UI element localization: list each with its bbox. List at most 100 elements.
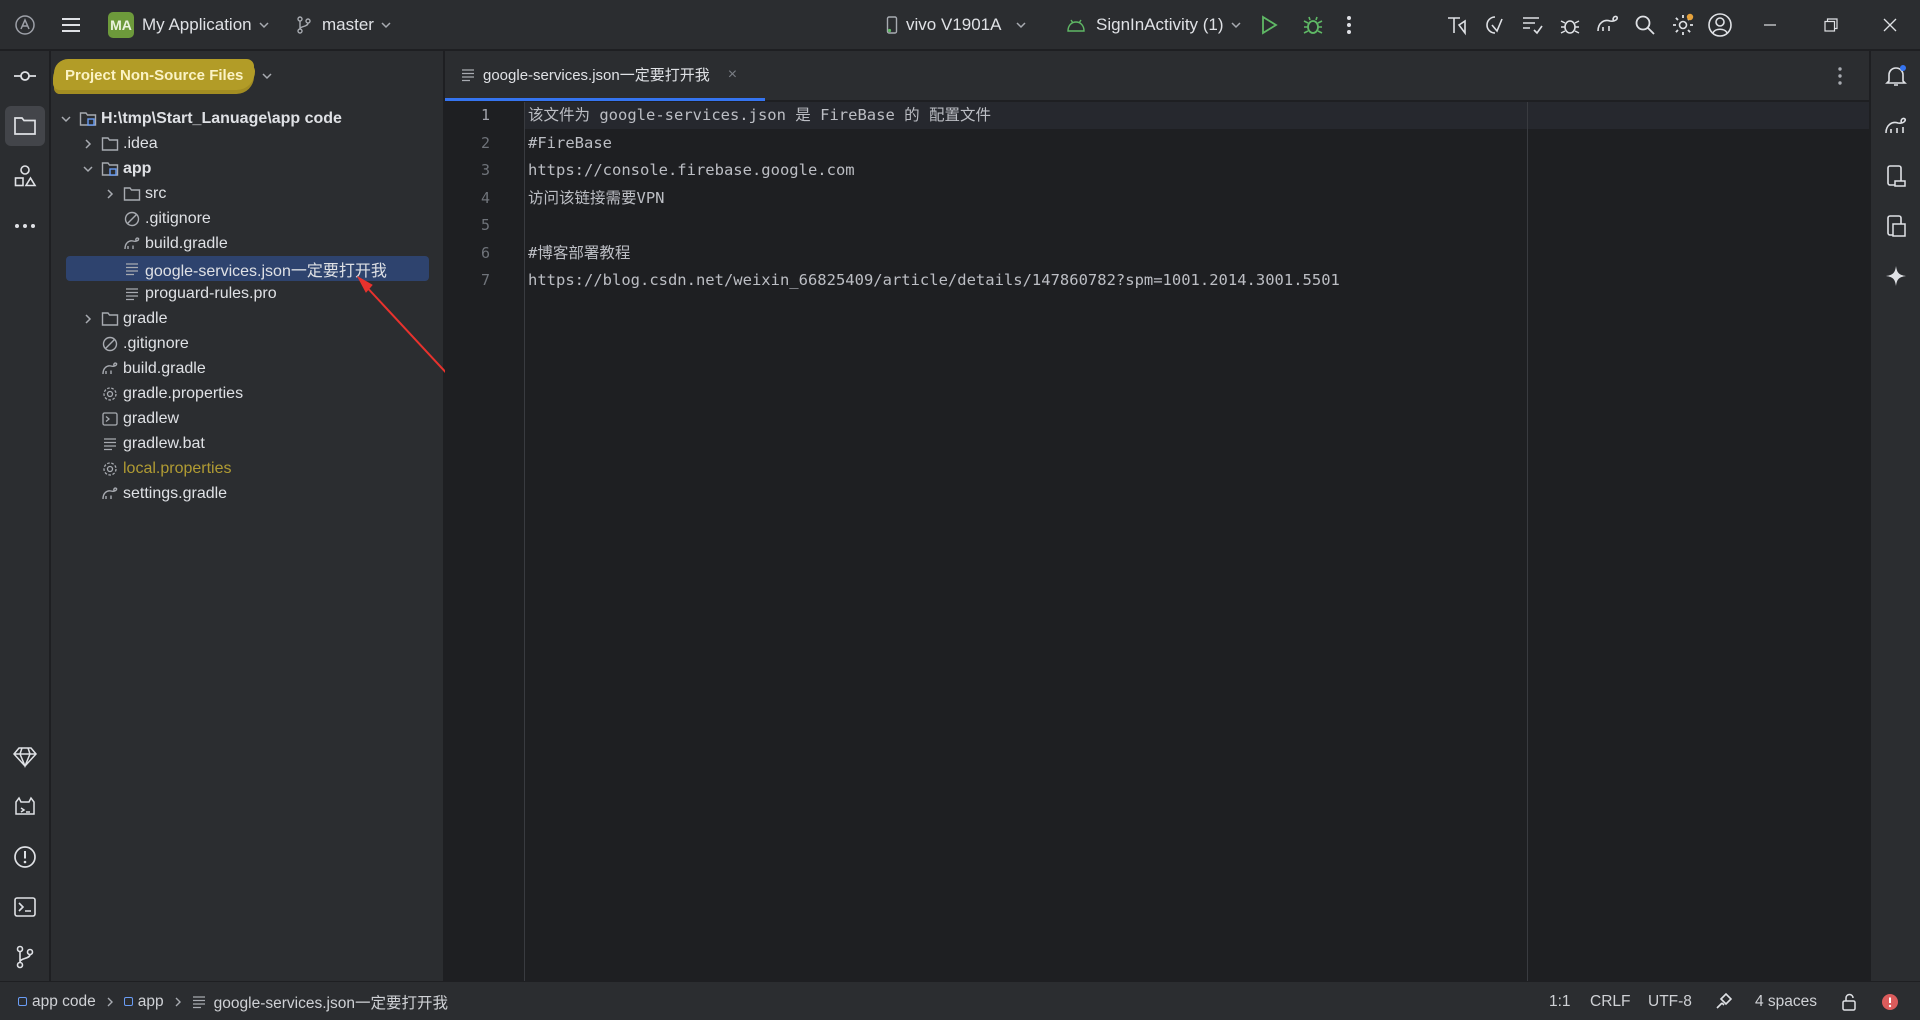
chevron-down-icon [380, 19, 392, 31]
line-number: 7 [480, 271, 490, 289]
tree-item-label: google-services.json一定要打开我 [145, 262, 387, 280]
code-line[interactable]: https://console.firebase.google.com [528, 157, 855, 184]
search-icon[interactable] [1634, 0, 1656, 50]
device-selector[interactable]: vivo V1901A [886, 0, 1027, 50]
tree-item-label: src [145, 184, 167, 202]
gradle-icon[interactable] [1876, 106, 1916, 146]
settings-gear-icon[interactable] [1671, 0, 1695, 50]
tree-item[interactable]: .gitignore [51, 331, 444, 356]
tree-item[interactable]: src [51, 181, 444, 206]
run-config-selector[interactable]: SignInActivity (1) [1066, 0, 1242, 50]
code-line[interactable]: 访问该链接需要VPN [528, 185, 665, 212]
resource-manager-icon[interactable] [5, 156, 45, 196]
breadcrumb-item[interactable]: app [138, 993, 164, 1011]
caret-position[interactable]: 1:1 [1549, 982, 1571, 1020]
project-view-mode: Project Non-Source Files [53, 62, 256, 90]
vcs-branch-selector[interactable]: master [296, 0, 392, 50]
code-line[interactable]: 该文件为 google-services.json 是 FireBase 的 配… [528, 102, 991, 129]
gemini-sparkle-icon[interactable] [1876, 256, 1916, 296]
chevron-right-icon[interactable] [79, 135, 97, 153]
android-studio-logo-icon[interactable] [14, 0, 36, 50]
tree-item[interactable]: gradlew.bat [51, 431, 444, 456]
more-tool-windows-icon[interactable] [5, 206, 45, 246]
phone-icon [886, 16, 898, 34]
tree-item[interactable]: app [51, 156, 444, 181]
commit-icon[interactable] [5, 56, 45, 96]
chevron-right-icon[interactable] [101, 185, 119, 203]
tree-item-label: gradlew.bat [123, 434, 205, 452]
gemini-diamond-icon[interactable] [5, 737, 45, 777]
main-menu-icon[interactable] [60, 0, 82, 50]
device-explorer-icon[interactable] [1876, 206, 1916, 246]
title-bar: MA My Application master vivo V1901A Sig… [0, 0, 1920, 50]
tree-item[interactable]: settings.gradle [51, 481, 444, 506]
line-separator[interactable]: CRLF [1590, 982, 1630, 1020]
sync-project-icon[interactable] [1520, 0, 1544, 50]
tree-item[interactable]: H:\tmp\Start_Lanuage\app code [51, 106, 444, 131]
gradle-sync-icon[interactable] [1595, 0, 1621, 50]
terminal-icon[interactable] [5, 887, 45, 927]
debug-icon[interactable] [1302, 0, 1324, 50]
project-selector[interactable]: MA My Application [108, 0, 270, 50]
device-manager-icon[interactable] [1876, 156, 1916, 196]
chevron-right-icon[interactable] [79, 310, 97, 328]
text-file-icon [461, 68, 475, 82]
more-actions-icon[interactable] [1346, 0, 1352, 50]
project-folder-icon[interactable] [5, 106, 45, 146]
attach-debugger-icon[interactable] [1558, 0, 1582, 50]
chevron-down-icon [1015, 19, 1027, 31]
lock-icon[interactable] [1841, 982, 1857, 1020]
line-number-gutter: 1 2 3 4 5 6 7 [445, 102, 525, 981]
minimize-window-icon[interactable] [1763, 0, 1777, 50]
chevron-down-icon [1230, 19, 1242, 31]
editor-area: google-services.json一定要打开我 × 1 2 3 4 5 6 7 该文件… [445, 51, 1869, 981]
file-encoding[interactable]: UTF-8 [1648, 982, 1692, 1020]
tree-item[interactable]: gradlew [51, 406, 444, 431]
apply-changes-icon[interactable] [1445, 0, 1469, 50]
android-icon [1066, 18, 1086, 32]
project-view-selector[interactable]: Project Non-Source Files [53, 51, 273, 101]
line-number: 6 [480, 243, 490, 262]
breadcrumb-item[interactable]: app code [32, 993, 96, 1011]
code-line[interactable]: https://blog.csdn.net/weixin_66825409/ar… [528, 267, 1340, 294]
tree-item[interactable]: gradle.properties [51, 381, 444, 406]
chevron-down-icon[interactable] [57, 110, 75, 128]
tree-item[interactable]: local.properties [51, 456, 444, 481]
tree-item[interactable]: google-services.json一定要打开我 [66, 256, 429, 281]
breadcrumb: app code app google-services.json一定要打开我 [18, 982, 448, 1020]
run-icon[interactable] [1260, 0, 1278, 50]
close-window-icon[interactable] [1883, 0, 1897, 50]
code-style-icon[interactable] [1714, 982, 1732, 1020]
notifications-bell-icon[interactable] [1876, 56, 1916, 96]
problems-icon[interactable] [5, 837, 45, 877]
version-control-icon[interactable] [5, 937, 45, 977]
tree-item[interactable]: gradle [51, 306, 444, 331]
chevron-down-icon[interactable] [79, 160, 97, 178]
apply-code-changes-icon[interactable] [1483, 0, 1507, 50]
close-tab-icon[interactable]: × [728, 66, 737, 84]
code-line[interactable]: #FireBase [528, 130, 612, 157]
tree-item[interactable]: build.gradle [51, 231, 444, 256]
logcat-icon[interactable] [5, 787, 45, 827]
line-number: 3 [480, 161, 490, 179]
breadcrumb-item[interactable]: google-services.json一定要打开我 [214, 991, 448, 1013]
left-tool-strip [0, 51, 50, 981]
indent-setting[interactable]: 4 spaces [1755, 982, 1817, 1020]
error-indicator-icon[interactable] [1881, 982, 1899, 1020]
tree-item[interactable]: proguard-rules.pro [51, 281, 444, 306]
editor-options-icon[interactable] [1837, 66, 1843, 91]
run-config-name: SignInActivity (1) [1096, 15, 1224, 34]
tree-item[interactable]: build.gradle [51, 356, 444, 381]
account-icon[interactable] [1707, 0, 1733, 50]
tree-item[interactable]: .gitignore [51, 206, 444, 231]
gradle-file-icon [101, 360, 119, 378]
editor-tab-google-services[interactable]: google-services.json一定要打开我 × [445, 51, 765, 101]
restore-window-icon[interactable] [1824, 0, 1838, 50]
tree-item[interactable]: .idea [51, 131, 444, 156]
code-line[interactable]: #博客部署教程 [528, 240, 630, 267]
tree-item-label: gradlew [123, 409, 180, 427]
